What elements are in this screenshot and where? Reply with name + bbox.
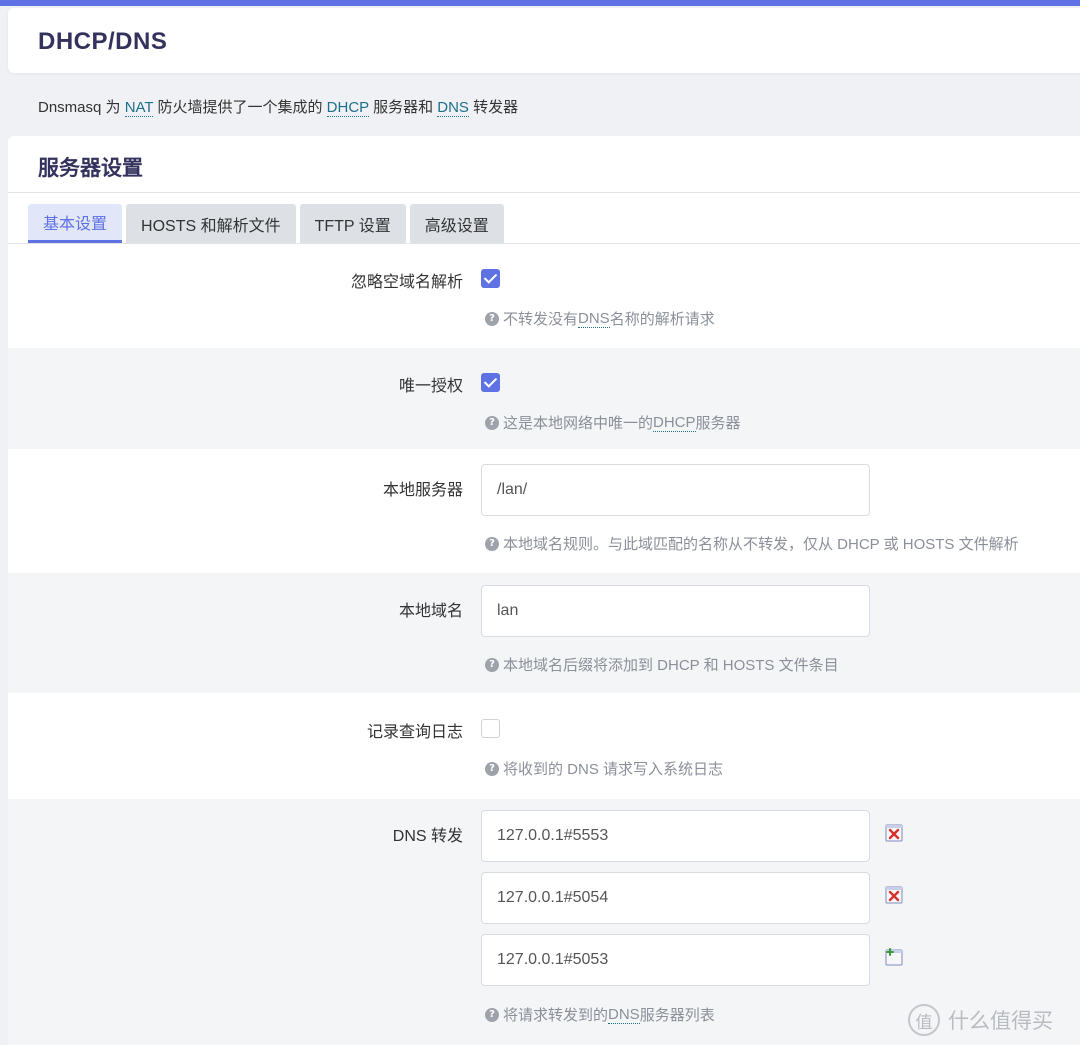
abbr-nat: NAT xyxy=(124,99,154,117)
question-circle-icon: ? xyxy=(485,657,499,672)
field-label: 唯一授权 xyxy=(398,378,463,395)
desc-text-1: Dnsmasq 为 xyxy=(38,99,125,116)
help-text: 将收到的 DNS 请求写入系统日志 xyxy=(503,761,724,778)
local-domain-input[interactable] xyxy=(481,585,870,637)
row-domainneeded: 忽略空域名解析 ? 不转发没有 DNS 名称的解析请求 xyxy=(8,244,1080,348)
field-label: 本地域名 xyxy=(398,603,463,620)
add-entry-icon[interactable] xyxy=(885,948,903,966)
tab-tftp-settings[interactable]: TFTP 设置 xyxy=(299,204,406,243)
help-text: 服务器 xyxy=(695,415,741,432)
question-circle-icon: ? xyxy=(485,1007,499,1022)
field-label: 本地服务器 xyxy=(382,482,463,499)
desc-text-4: 转发器 xyxy=(468,99,519,116)
question-circle-icon: ? xyxy=(485,415,499,430)
help-text: 服务器列表 xyxy=(639,1007,715,1024)
authoritative-checkbox[interactable] xyxy=(481,373,500,392)
row-local-server: 本地服务器 ? 本地域名规则。与此域匹配的名称从不转发，仅从 DHCP 或 HO… xyxy=(8,449,1080,573)
remove-entry-icon[interactable] xyxy=(885,886,903,904)
dns-forward-entry-3[interactable] xyxy=(481,934,870,986)
field-label: DNS 转发 xyxy=(392,828,463,845)
abbr-dns: DNS xyxy=(608,1005,640,1024)
top-accent-bar xyxy=(0,0,1080,6)
abbr-dns: DNS xyxy=(437,99,469,117)
field-help: ? 本地域名后缀将添加到 DHCP 和 HOSTS 文件条目 xyxy=(485,654,839,675)
domainneeded-checkbox[interactable] xyxy=(481,269,500,288)
help-text: 本地域名规则。与此域匹配的名称从不转发，仅从 DHCP 或 HOSTS 文件解析 xyxy=(503,536,1019,553)
remove-entry-icon[interactable] xyxy=(885,824,903,842)
row-log-queries: 记录查询日志 ? 将收到的 DNS 请求写入系统日志 xyxy=(8,693,1080,799)
watermark-text: 什么值得买 xyxy=(948,1010,1053,1033)
desc-text-3: 服务器和 xyxy=(368,99,438,116)
desc-text-2: 防火墙提供了一个集成的 xyxy=(153,99,327,116)
question-circle-icon: ? xyxy=(485,761,499,776)
help-text: 名称的解析请求 xyxy=(609,311,715,328)
log-queries-checkbox[interactable] xyxy=(481,719,500,738)
tab-bar: 基本设置 HOSTS 和解析文件 TFTP 设置 高级设置 xyxy=(28,204,508,244)
tab-hosts-resolv[interactable]: HOSTS 和解析文件 xyxy=(126,204,296,243)
row-authoritative: 唯一授权 ? 这是本地网络中唯一的 DHCP 服务器 xyxy=(8,348,1080,449)
help-text: 将请求转发到的 xyxy=(503,1007,609,1024)
help-text: 不转发没有 xyxy=(503,311,579,328)
watermark: 值 什么值得买 xyxy=(908,1000,1080,1040)
field-help: ? 本地域名规则。与此域匹配的名称从不转发，仅从 DHCP 或 HOSTS 文件… xyxy=(485,533,1019,554)
page-description: Dnsmasq 为 NAT 防火墙提供了一个集成的 DHCP 服务器和 DNS … xyxy=(38,96,518,117)
row-local-domain: 本地域名 ? 本地域名后缀将添加到 DHCP 和 HOSTS 文件条目 xyxy=(8,573,1080,693)
tab-basic-settings[interactable]: 基本设置 xyxy=(28,204,123,243)
abbr-dns: DNS xyxy=(578,309,610,328)
abbr-dhcp: DHCP xyxy=(326,99,369,117)
page-header: DHCP/DNS xyxy=(8,8,1080,73)
section-title: 服务器设置 xyxy=(38,157,143,180)
field-label: 忽略空域名解析 xyxy=(350,274,463,291)
server-settings-section: 服务器设置 基本设置 HOSTS 和解析文件 TFTP 设置 高级设置 忽略空域… xyxy=(8,136,1080,1045)
local-server-input[interactable] xyxy=(481,464,870,516)
field-help: ? 将收到的 DNS 请求写入系统日志 xyxy=(485,758,723,779)
field-help: ? 这是本地网络中唯一的 DHCP 服务器 xyxy=(485,412,741,433)
help-text: 这是本地网络中唯一的 xyxy=(503,415,654,432)
field-label: 记录查询日志 xyxy=(366,724,463,741)
abbr-dhcp: DHCP xyxy=(653,413,696,432)
question-circle-icon: ? xyxy=(485,311,499,326)
watermark-logo-icon: 值 xyxy=(908,1004,940,1036)
field-help: ? 将请求转发到的 DNS 服务器列表 xyxy=(485,1004,715,1025)
dns-forward-entry-1[interactable] xyxy=(481,810,870,862)
page-title: DHCP/DNS xyxy=(38,28,168,55)
question-circle-icon: ? xyxy=(485,536,499,551)
dns-forward-entry-2[interactable] xyxy=(481,872,870,924)
tab-advanced-settings[interactable]: 高级设置 xyxy=(409,204,504,243)
section-divider xyxy=(8,192,1080,193)
help-text: 本地域名后缀将添加到 DHCP 和 HOSTS 文件条目 xyxy=(503,657,839,674)
field-help: ? 不转发没有 DNS 名称的解析请求 xyxy=(485,308,715,329)
